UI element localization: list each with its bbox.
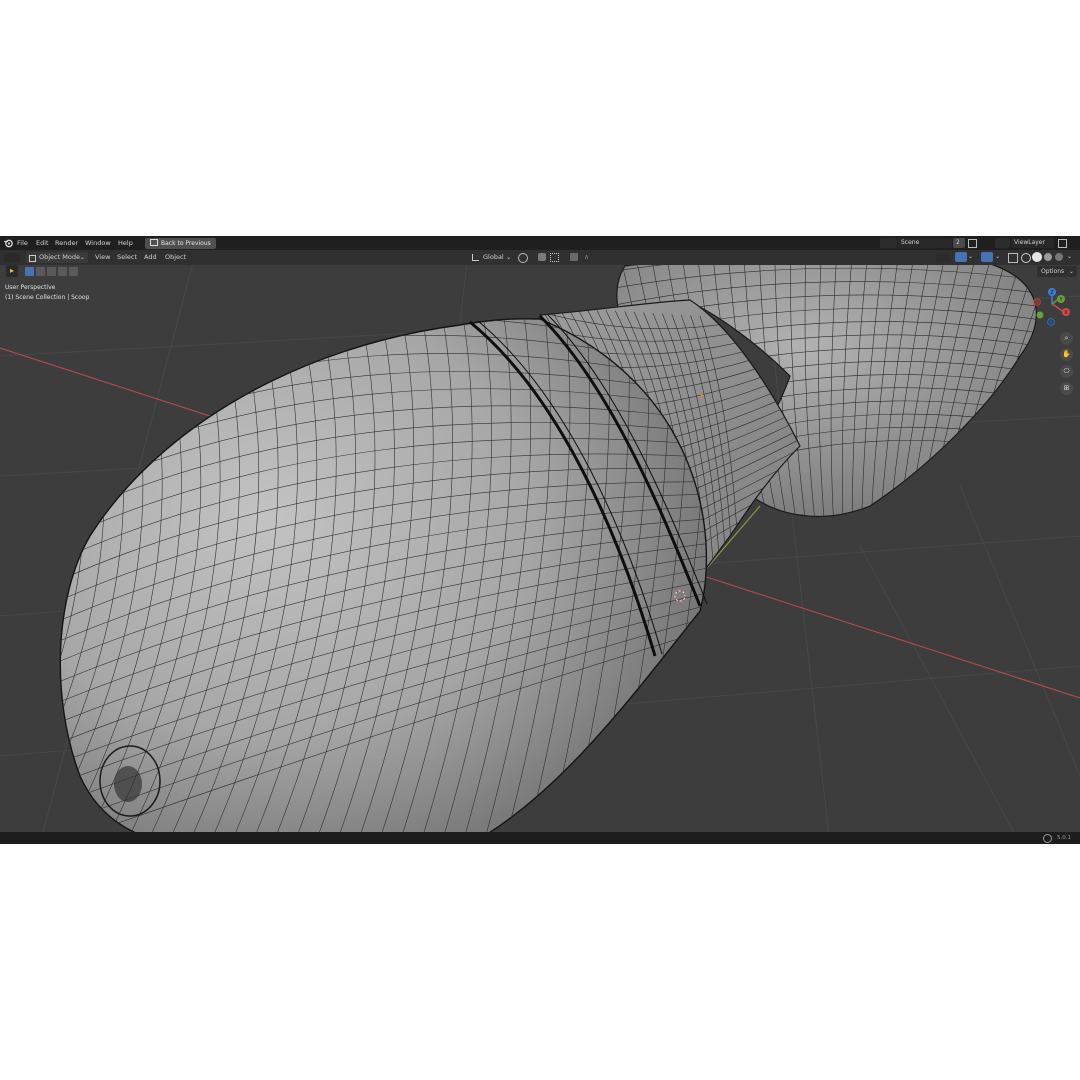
overlay-dropdown-icon[interactable]: ⌄ bbox=[995, 253, 1003, 261]
gizmo-z-label: Z bbox=[1050, 290, 1054, 296]
blender-logo-icon[interactable] bbox=[3, 238, 13, 248]
gizmo-toggle-icon[interactable] bbox=[955, 252, 967, 262]
chevron-down-icon: ⌄ bbox=[506, 253, 512, 261]
gizmo-dropdown-icon[interactable]: ⌄ bbox=[968, 253, 976, 261]
menu-object[interactable]: Object bbox=[165, 253, 186, 262]
falloff-icon[interactable]: ∧ bbox=[584, 253, 592, 261]
magnifier-icon[interactable]: ⌕ bbox=[1060, 332, 1073, 345]
orientation-dropdown[interactable]: Global ⌄ bbox=[470, 252, 514, 263]
snap-icon[interactable] bbox=[538, 253, 546, 261]
visibility-icon[interactable] bbox=[936, 253, 950, 262]
gizmo-neg-x bbox=[1033, 298, 1041, 306]
version-label: 5.0.1 bbox=[1057, 835, 1071, 841]
snap-target-icon[interactable] bbox=[550, 253, 559, 262]
shading-dropdown-icon[interactable]: ⌄ bbox=[1067, 253, 1075, 261]
new-view-layer-icon[interactable] bbox=[1058, 239, 1067, 248]
object-mode-icon bbox=[29, 255, 36, 262]
transform-orientation-icon bbox=[472, 254, 479, 261]
menu-select[interactable]: Select bbox=[117, 253, 137, 262]
menu-add[interactable]: Add bbox=[144, 253, 157, 262]
active-tool-icon[interactable]: ▸ bbox=[6, 265, 18, 277]
object-origin bbox=[700, 394, 704, 398]
select-subtract-icon[interactable] bbox=[47, 267, 56, 276]
select-new-icon[interactable] bbox=[25, 267, 34, 276]
scene-name: Scene bbox=[901, 239, 920, 246]
collection-label: (1) Scene Collection | Scoop bbox=[5, 294, 90, 301]
scene-users-count: 2 bbox=[956, 239, 960, 246]
gizmo-neg-z bbox=[1047, 318, 1055, 326]
menu-help[interactable]: Help bbox=[118, 239, 133, 247]
options-dropdown[interactable]: Options ⌄ bbox=[1037, 266, 1077, 277]
globe-icon bbox=[1043, 834, 1052, 843]
navigation-gizmo[interactable]: Z X Y bbox=[1028, 284, 1076, 330]
viewport-header: Object Mode ⌄ View Select Add Object Glo… bbox=[0, 250, 1080, 265]
scene-users-field[interactable]: 2 bbox=[953, 238, 965, 248]
status-bar: 5.0.1 bbox=[0, 832, 1080, 844]
top-menu-bar: File Edit Render Window Help Back to Pre… bbox=[0, 236, 1080, 250]
view-layer-name: ViewLayer bbox=[1014, 239, 1045, 246]
rendered-shading-icon[interactable] bbox=[1055, 253, 1063, 261]
chevron-down-icon: ⌄ bbox=[79, 253, 85, 261]
menu-file[interactable]: File bbox=[17, 239, 28, 247]
scene-selector-icon[interactable] bbox=[880, 238, 897, 248]
material-shading-icon[interactable] bbox=[1044, 253, 1052, 261]
orientation-label: Global bbox=[483, 253, 504, 261]
select-invert-icon[interactable] bbox=[58, 267, 67, 276]
select-intersect-icon[interactable] bbox=[69, 267, 78, 276]
new-scene-icon[interactable] bbox=[968, 239, 977, 248]
menu-view[interactable]: View bbox=[95, 253, 110, 262]
view-layer-icon[interactable] bbox=[995, 238, 1010, 248]
editor-type-icon[interactable] bbox=[4, 253, 20, 262]
mode-label: Object Mode bbox=[39, 253, 80, 261]
camera-icon[interactable]: ⎔ bbox=[1060, 365, 1073, 378]
chevron-down-icon: ⌄ bbox=[1068, 268, 1074, 275]
hand-icon[interactable]: ✋ bbox=[1060, 348, 1073, 361]
gizmo-neg-y bbox=[1036, 311, 1044, 319]
gizmo-x-label: X bbox=[1064, 310, 1068, 316]
solid-shading-icon[interactable] bbox=[1032, 252, 1042, 262]
options-label: Options bbox=[1041, 268, 1065, 275]
xray-icon[interactable] bbox=[1008, 253, 1018, 263]
select-extend-icon[interactable] bbox=[36, 267, 45, 276]
menu-window[interactable]: Window bbox=[85, 239, 111, 247]
scene-field[interactable]: Scene bbox=[898, 238, 952, 248]
viewport-3d[interactable] bbox=[0, 236, 1080, 844]
view-layer-field[interactable]: ViewLayer bbox=[1011, 238, 1054, 248]
blender-window: File Edit Render Window Help Back to Pre… bbox=[0, 236, 1080, 844]
back-to-previous-button[interactable]: Back to Previous bbox=[145, 237, 216, 249]
back-to-previous-label: Back to Previous bbox=[161, 239, 211, 247]
back-icon bbox=[150, 238, 158, 246]
grid-icon[interactable]: ⊞ bbox=[1060, 382, 1073, 395]
wireframe-shading-icon[interactable] bbox=[1021, 253, 1031, 263]
mode-dropdown[interactable]: Object Mode ⌄ bbox=[26, 252, 88, 263]
perspective-label: User Perspective bbox=[5, 284, 56, 291]
proportional-edit-icon[interactable] bbox=[570, 253, 578, 261]
menu-edit[interactable]: Edit bbox=[36, 239, 49, 247]
pivot-icon[interactable] bbox=[518, 253, 528, 263]
menu-render[interactable]: Render bbox=[55, 239, 78, 247]
tool-settings-row: ▸ Options ⌄ bbox=[0, 265, 1080, 278]
overlay-toggle-icon[interactable] bbox=[981, 252, 993, 262]
